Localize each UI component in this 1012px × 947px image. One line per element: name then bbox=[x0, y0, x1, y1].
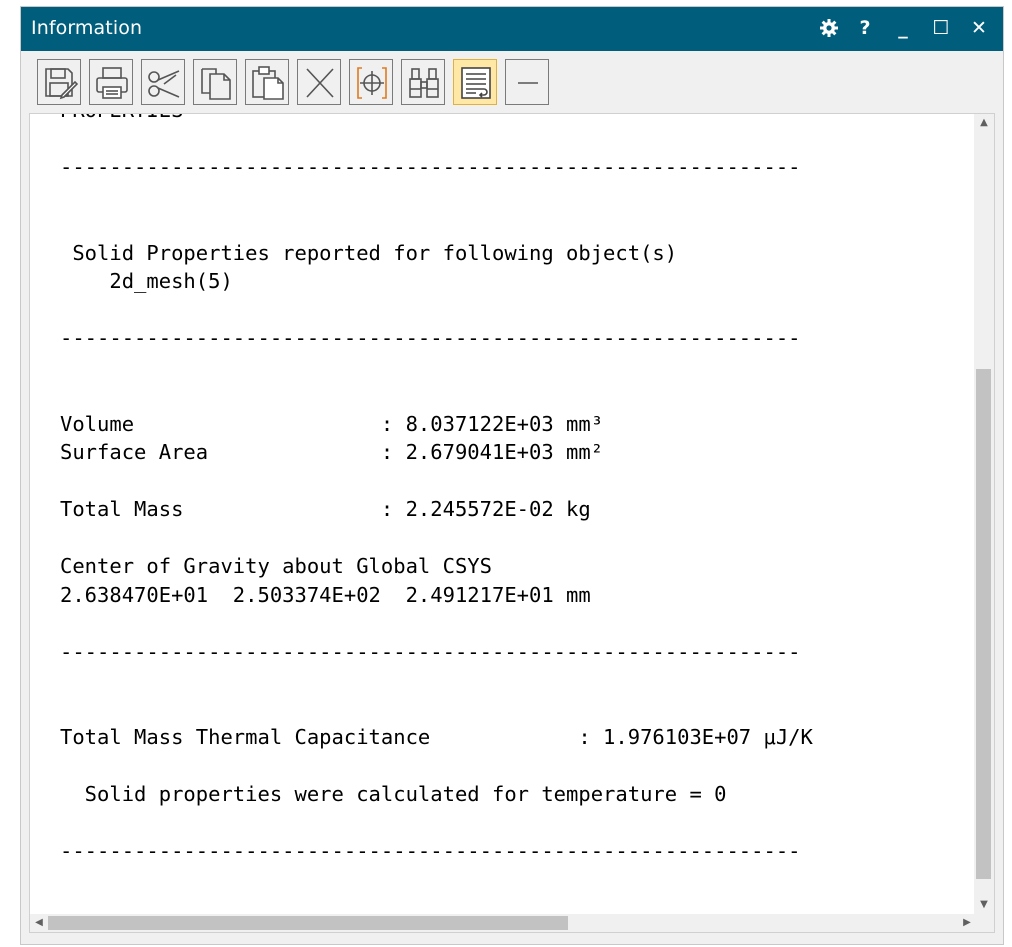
copy-icon bbox=[201, 68, 231, 100]
clear-button[interactable] bbox=[297, 59, 341, 105]
text-line bbox=[60, 524, 930, 553]
crosshair-icon bbox=[357, 67, 387, 99]
text-line bbox=[60, 182, 930, 211]
text-line bbox=[60, 609, 930, 638]
print-button[interactable] bbox=[89, 59, 133, 105]
minimize-button[interactable]: _ bbox=[891, 15, 915, 41]
text-line: ----------------------------------------… bbox=[60, 155, 801, 179]
text-line: 2d_mesh(5) bbox=[60, 269, 233, 293]
text-line: Solid properties were calculated for tem… bbox=[60, 782, 727, 806]
vertical-scroll-thumb[interactable] bbox=[976, 369, 991, 879]
text-line bbox=[60, 666, 930, 695]
find-binoculars-icon bbox=[409, 68, 439, 98]
text-line bbox=[60, 695, 930, 724]
text-line: Total Mass : 2.245572E-02 kg bbox=[60, 497, 591, 521]
maximize-button[interactable]: ☐ bbox=[929, 15, 953, 41]
window-title: Information bbox=[31, 17, 143, 39]
text-line bbox=[60, 210, 930, 239]
help-button[interactable]: ? bbox=[853, 15, 877, 41]
text-line bbox=[60, 381, 930, 410]
text-line: ----------------------------------------… bbox=[60, 839, 801, 863]
text-line: Surface Area : 2.679041E+03 mm² bbox=[60, 440, 604, 464]
text-line: PROPERTIES bbox=[60, 114, 930, 125]
cut-button[interactable] bbox=[141, 59, 185, 105]
find-button[interactable] bbox=[401, 59, 445, 105]
text-line: Total Mass Thermal Capacitance : 1.97610… bbox=[60, 725, 813, 749]
text-line: Volume : 8.037122E+03 mm³ bbox=[60, 411, 604, 436]
text-line bbox=[60, 296, 930, 325]
copy-button[interactable] bbox=[193, 59, 237, 105]
collapse-button[interactable] bbox=[505, 59, 549, 105]
listing-text: PROPERTIES -----------------------------… bbox=[60, 114, 930, 866]
text-line: ----------------------------------------… bbox=[60, 326, 801, 350]
toolbar bbox=[21, 51, 1003, 113]
scroll-left-icon[interactable]: ◀ bbox=[30, 914, 48, 932]
text-line: ----------------------------------------… bbox=[60, 639, 801, 664]
minus-icon bbox=[518, 82, 538, 84]
text-line bbox=[60, 467, 930, 496]
text-line bbox=[60, 125, 930, 154]
gear-icon[interactable] bbox=[817, 15, 841, 41]
close-button[interactable]: ✕ bbox=[967, 15, 991, 41]
cut-icon bbox=[148, 70, 180, 98]
save-edit-icon bbox=[45, 68, 78, 100]
text-line bbox=[60, 353, 930, 382]
text-line: Center of Gravity about Global CSYS bbox=[60, 554, 492, 578]
scroll-up-icon[interactable]: ▲ bbox=[974, 114, 994, 132]
text-line bbox=[60, 752, 930, 781]
scrollbar-corner bbox=[974, 914, 994, 932]
crosshair-button[interactable] bbox=[349, 59, 393, 105]
vertical-scrollbar[interactable]: ▲ ▼ bbox=[974, 114, 994, 914]
text-line: 2.638470E+01 2.503374E+02 2.491217E+01 m… bbox=[60, 582, 591, 607]
word-wrap-icon bbox=[461, 67, 491, 99]
print-icon bbox=[96, 67, 128, 99]
word-wrap-button[interactable] bbox=[453, 59, 497, 105]
scroll-down-icon[interactable]: ▼ bbox=[974, 896, 994, 914]
save-edit-button[interactable] bbox=[37, 59, 81, 105]
horizontal-scroll-thumb[interactable] bbox=[48, 916, 568, 930]
text-line: Solid Properties reported for following … bbox=[60, 240, 678, 265]
title-bar[interactable]: Information ? _ ☐ ✕ bbox=[21, 7, 1003, 51]
information-text-panel[interactable]: PROPERTIES -----------------------------… bbox=[29, 113, 995, 933]
clear-icon bbox=[306, 68, 334, 98]
paste-button[interactable] bbox=[245, 59, 289, 105]
paste-icon bbox=[252, 66, 284, 100]
information-window: Information ? _ ☐ ✕ --------------------… bbox=[20, 6, 1004, 945]
text-line bbox=[60, 809, 930, 838]
horizontal-scrollbar[interactable]: ◀ ▶ bbox=[30, 914, 976, 932]
